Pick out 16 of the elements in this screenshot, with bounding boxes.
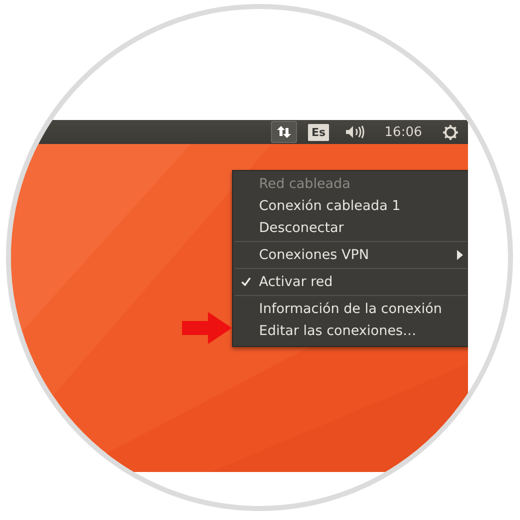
keyboard-indicator[interactable]: Es (303, 121, 334, 143)
menu-item[interactable]: Conexión cableada 1 (233, 195, 468, 217)
pointer-arrow (182, 312, 232, 344)
volume-icon (344, 125, 365, 139)
network-indicator[interactable] (271, 121, 298, 143)
menu-item[interactable]: Desconectar (233, 217, 468, 239)
menu-item[interactable]: Editar las conexiones… (233, 320, 468, 342)
menu-item[interactable]: Información de la conexión (233, 298, 468, 320)
keyboard-layout-label: Es (308, 124, 329, 140)
menu-item: Red cableada (258, 175, 352, 194)
menu-item[interactable]: Conexiones VPN (233, 244, 468, 266)
check-icon (241, 277, 251, 286)
clock-indicator[interactable]: 16:06 (376, 121, 431, 143)
settings-icon (442, 124, 459, 140)
network-arrows-icon (276, 124, 292, 140)
menu-item[interactable]: Activar red (233, 271, 468, 293)
